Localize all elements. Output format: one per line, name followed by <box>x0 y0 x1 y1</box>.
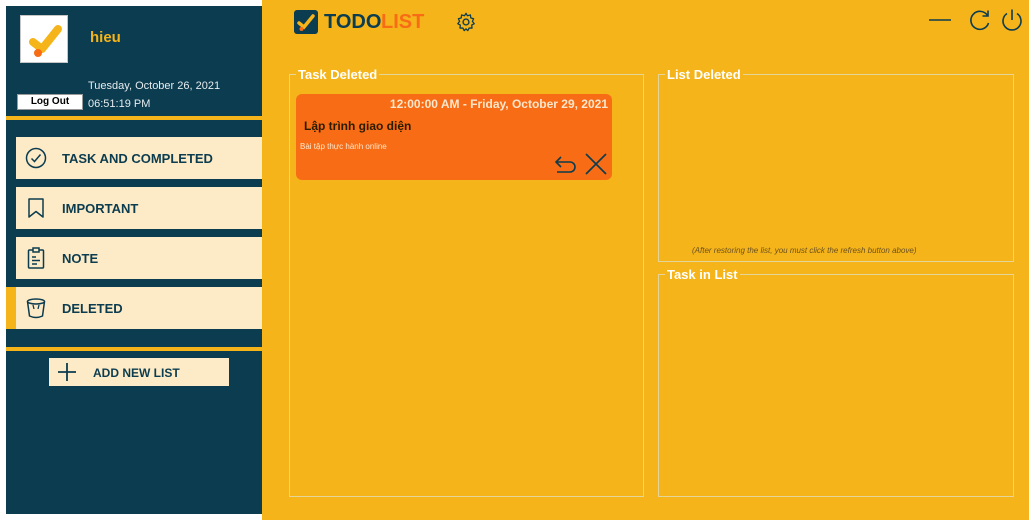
username: hieu <box>90 29 121 46</box>
plus-icon <box>58 363 76 381</box>
power-icon[interactable] <box>1000 8 1024 32</box>
sidebar-item-label: DELETED <box>62 301 123 316</box>
gear-icon[interactable] <box>455 11 477 33</box>
list-deleted-panel: List Deleted <box>658 67 1014 262</box>
deleted-task-card[interactable]: 12:00:00 AM - Friday, October 29, 2021 L… <box>296 94 612 180</box>
main-content: TODO LIST Task Deleted 12:00:00 AM - Fri… <box>262 0 1029 520</box>
task-datetime: 12:00:00 AM - Friday, October 29, 2021 <box>389 97 608 111</box>
panel-title: Task in List <box>665 267 740 282</box>
clipboard-icon <box>27 247 45 269</box>
current-date: Tuesday, October 26, 2021 <box>88 80 221 92</box>
check-circle-icon <box>25 147 47 169</box>
logout-button[interactable]: Log Out <box>17 94 83 110</box>
restore-hint: (After restoring the list, you must clic… <box>692 246 917 255</box>
task-in-list-panel: Task in List <box>658 267 1014 497</box>
sidebar-divider <box>6 116 262 120</box>
trash-icon <box>26 298 46 319</box>
sidebar-item-label: NOTE <box>62 251 99 266</box>
bookmark-icon <box>28 198 44 218</box>
sidebar-item-label: TASK AND COMPLETED <box>62 151 213 166</box>
refresh-icon[interactable] <box>968 8 992 32</box>
restore-icon[interactable] <box>554 154 578 174</box>
task-description: Bài tập thực hành online <box>300 142 387 151</box>
todo-app-window: hieu Tuesday, October 26, 2021 Log Out 0… <box>0 0 1029 520</box>
panel-title: List Deleted <box>665 67 743 82</box>
sidebar: hieu Tuesday, October 26, 2021 Log Out 0… <box>6 6 262 514</box>
sidebar-item-note[interactable]: NOTE <box>16 237 262 279</box>
app-title-list: LIST <box>381 11 425 33</box>
panel-title: Task Deleted <box>296 67 380 82</box>
sidebar-item-label: IMPORTANT <box>62 201 139 216</box>
sidebar-item-task-and-completed[interactable]: TASK AND COMPLETED <box>16 137 262 179</box>
app-logo-icon <box>294 10 318 34</box>
sidebar-item-important[interactable]: IMPORTANT <box>16 187 262 229</box>
task-title: Lập trình giao diện <box>304 119 412 133</box>
user-avatar-icon <box>29 25 62 57</box>
sidebar-divider <box>6 347 262 351</box>
add-new-list-label: ADD NEW LIST <box>93 366 180 380</box>
current-time: 06:51:19 PM <box>88 98 151 110</box>
close-icon[interactable] <box>584 152 608 176</box>
minimize-icon[interactable] <box>928 8 952 32</box>
avatar <box>20 15 68 63</box>
app-title-todo: TODO <box>324 11 382 33</box>
add-new-list-button[interactable]: ADD NEW LIST <box>49 358 229 386</box>
active-indicator <box>6 287 16 329</box>
sidebar-item-deleted[interactable]: DELETED <box>6 287 262 329</box>
